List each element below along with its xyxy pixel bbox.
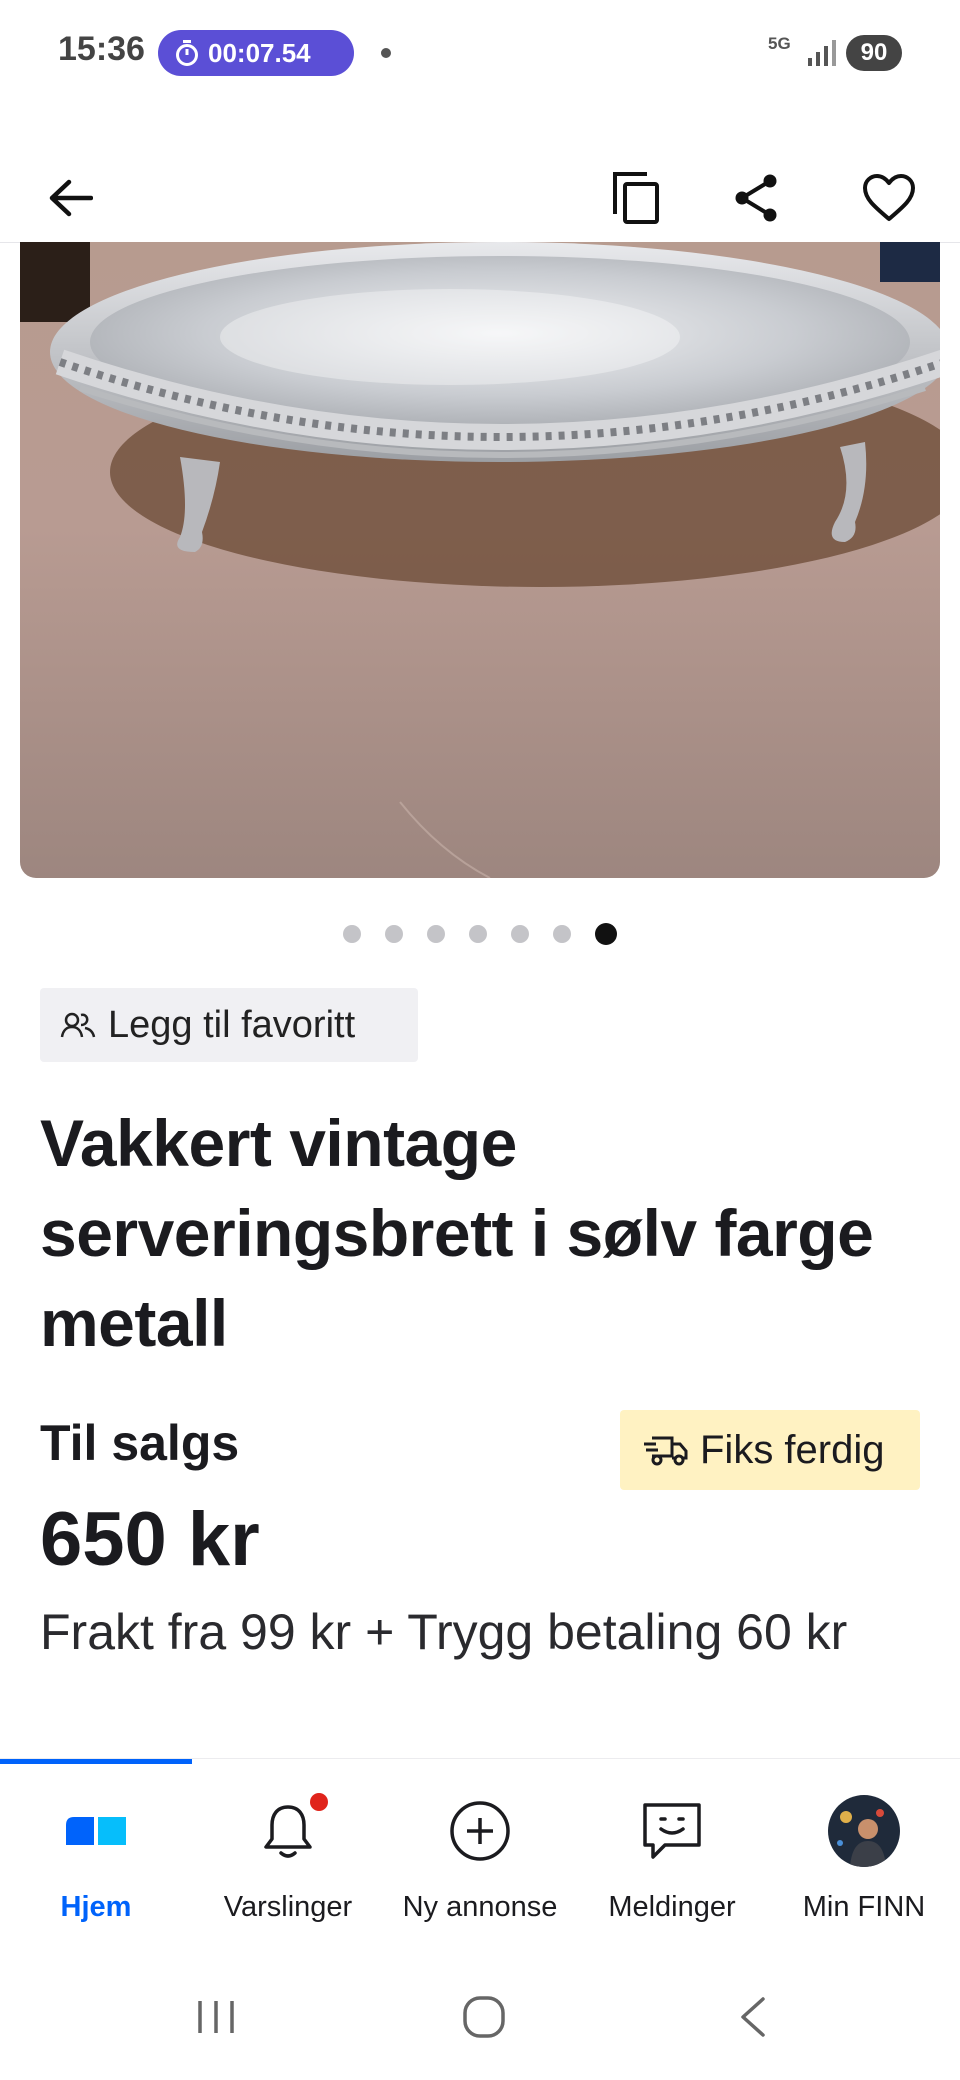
nav-item-home[interactable]: Hjem — [0, 1759, 192, 1955]
battery-level: 90 — [860, 39, 888, 66]
network-type: 5G — [768, 34, 791, 53]
pagination-dot[interactable] — [511, 925, 529, 943]
pagination-dot-active[interactable] — [595, 923, 617, 945]
nav-item-new-ad[interactable]: Ny annonse — [384, 1759, 576, 1955]
recent-apps-icon — [198, 2001, 234, 2033]
sale-status: Til salgs — [40, 1415, 240, 1471]
signal-icon — [808, 40, 836, 66]
gallery-pagination — [0, 922, 960, 946]
price: 650 kr — [40, 1497, 260, 1582]
nav-label-profile: Min FINN — [802, 1891, 926, 1923]
add-to-favorites-label: Legg til favoritt — [108, 1003, 356, 1046]
share-button[interactable] — [720, 162, 792, 234]
shipping-info: Frakt fra 99 kr + Trygg betaling 60 kr — [40, 1604, 848, 1660]
chat-icon — [643, 1803, 701, 1859]
listing-photo[interactable] — [20, 242, 940, 878]
pagination-dot[interactable] — [343, 925, 361, 943]
status-time: 15:36 — [58, 30, 145, 68]
system-back-button[interactable] — [702, 1982, 802, 2052]
nav-item-messages[interactable]: Meldinger — [576, 1759, 768, 1955]
copy-link-button[interactable] — [601, 162, 673, 234]
timer-text: 00:07.54 — [208, 37, 311, 68]
fiks-ferdig-badge: Fiks ferdig — [620, 1410, 920, 1490]
nav-label-notifications: Varslinger — [223, 1891, 353, 1923]
home-circle-icon — [463, 1996, 505, 2038]
listing-title: Vakkert vintage serveringsbrett i sølv f… — [40, 1106, 874, 1360]
nav-label-messages: Meldinger — [608, 1891, 736, 1923]
plus-circle-icon — [450, 1801, 510, 1861]
pagination-dot[interactable] — [469, 925, 487, 943]
pagination-dot[interactable] — [553, 925, 571, 943]
nav-item-profile[interactable]: Min FINN — [768, 1759, 960, 1955]
recent-apps-button[interactable] — [166, 1982, 266, 2052]
battery-indicator: 90 — [846, 35, 902, 71]
fiks-ferdig-label: Fiks ferdig — [700, 1427, 885, 1472]
users-icon — [60, 1012, 96, 1038]
pagination-dot[interactable] — [385, 925, 403, 943]
add-to-favorites-chip[interactable]: Legg til favoritt — [40, 988, 418, 1062]
pagination-dot[interactable] — [427, 925, 445, 943]
timer-pill[interactable]: 00:07.54 — [158, 30, 354, 76]
nav-label-new-ad: Ny annonse — [402, 1891, 558, 1923]
notification-badge — [310, 1793, 328, 1811]
status-bar: 15:36 00:07.54 5G 90 — [0, 0, 960, 108]
bell-icon — [264, 1805, 312, 1858]
notification-dot — [381, 48, 391, 58]
system-navigation-bar — [0, 1954, 960, 2080]
top-app-bar — [0, 108, 960, 243]
favorite-button[interactable] — [853, 162, 925, 234]
arrow-left-icon — [49, 179, 93, 217]
home-icon — [66, 1817, 126, 1845]
share-icon — [735, 174, 777, 222]
nav-item-notifications[interactable]: Varslinger — [192, 1759, 384, 1955]
heart-icon — [863, 174, 915, 221]
home-button[interactable] — [434, 1982, 534, 2052]
bottom-navigation: Hjem Varslinger Ny annonse Meldinger Min… — [0, 1758, 960, 1955]
copy-icon — [613, 172, 659, 224]
delivery-truck-icon — [644, 1436, 688, 1466]
stopwatch-icon — [176, 40, 198, 66]
back-button[interactable] — [34, 162, 106, 234]
nav-label-home: Hjem — [60, 1891, 132, 1923]
avatar — [828, 1795, 900, 1867]
chevron-left-icon — [741, 1997, 765, 2037]
silver-tray-photo — [20, 242, 940, 878]
